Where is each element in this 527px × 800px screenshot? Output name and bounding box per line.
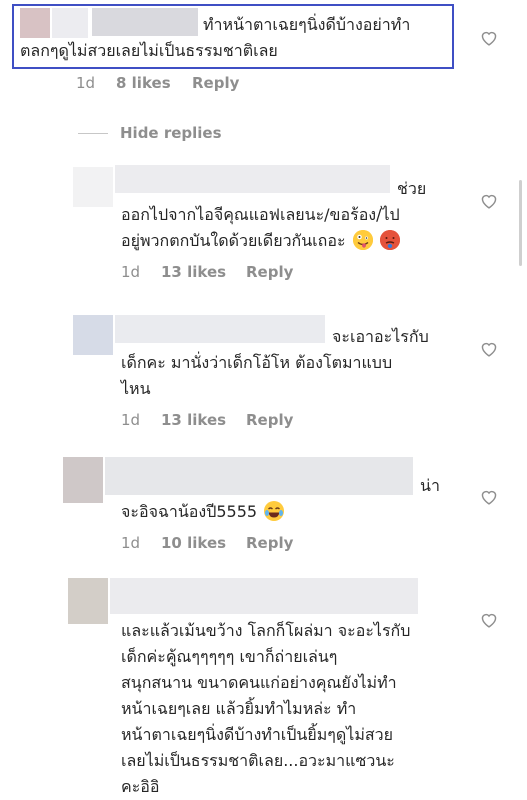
blurred-username: [105, 457, 413, 495]
comment-text: เด็กค่ะคู้ณๆๆๆๆๆ เขาก็ถ่ายเล่นๆ: [121, 647, 338, 666]
comment-text: และแล้วเม้นขว้าง โลกก็โผล่มา จะอะไรกับ: [121, 621, 411, 640]
comment-age: 1d: [76, 74, 96, 92]
comment-text: ตลกๆดูไม่สวยเลยไม่เป็นธรรมชาติเลย: [20, 41, 278, 60]
replies-divider: [78, 133, 108, 134]
comment-text: ทำหน้าตาเฉยๆนิ่งดีบ้างอย่าทำ: [203, 15, 411, 34]
like-heart-icon[interactable]: [480, 341, 498, 357]
likes-count[interactable]: 8 likes: [116, 74, 171, 92]
reply-button[interactable]: Reply: [192, 74, 239, 92]
avatar[interactable]: [68, 578, 108, 624]
like-heart-icon[interactable]: [480, 489, 498, 505]
comment-age: 1d: [121, 411, 141, 429]
avatar[interactable]: [20, 8, 50, 38]
blurred-username: [92, 8, 198, 36]
reply-button[interactable]: Reply: [246, 263, 293, 281]
comment-text: สนุกสนาน ขนาดคนแก่อย่างคุณยังไม่ทำ: [121, 673, 397, 692]
comment-meta: 1d 13 likes Reply: [0, 263, 527, 283]
comment-text: หน้าตาเฉยๆนิ่งดีบ้างทำเป็นยิ้มๆดูไม่สวย: [121, 725, 393, 744]
comment-text: เด็กคะ มานั่งว่าเด็กโอ้โห ต้องโตมาแบบ: [121, 353, 393, 372]
likes-count[interactable]: 13 likes: [161, 263, 226, 281]
blurred-username: [115, 165, 390, 193]
comment-meta: 1d 13 likes Reply: [0, 411, 527, 431]
comment-text: ไหน: [121, 379, 151, 398]
likes-count[interactable]: 13 likes: [161, 411, 226, 429]
like-heart-icon[interactable]: [480, 193, 498, 209]
comment-text: ออกไปจากไอจีคุณแอฟเลยนะ/ขอร้อง/ไป: [121, 205, 400, 224]
comment-text: คะอิอิ: [121, 777, 160, 796]
tears-of-joy-face-icon: [264, 501, 285, 521]
comment-text: อยู่พวกตกบันใดด้วยเดียวกันเถอะ: [121, 228, 400, 254]
avatar[interactable]: [73, 167, 113, 207]
hide-replies-button[interactable]: Hide replies: [120, 124, 222, 142]
comment-text: น่า: [420, 476, 440, 495]
comment-text: ช่วย: [397, 179, 427, 198]
comment-text-line: จะอิจฉาน้องปี5555: [121, 502, 258, 521]
comment-meta: 1d 10 likes Reply: [0, 534, 527, 554]
reply-button[interactable]: Reply: [246, 411, 293, 429]
like-heart-icon[interactable]: [480, 612, 498, 628]
blurred-username: [115, 315, 325, 343]
comment-age: 1d: [121, 534, 141, 552]
comment-age: 1d: [121, 263, 141, 281]
blurred-username: [52, 8, 88, 38]
blurred-username: [110, 578, 418, 614]
comment-text: จะอิจฉาน้องปี5555: [121, 499, 285, 525]
like-heart-icon[interactable]: [480, 30, 498, 46]
comment-meta: 1d 8 likes Reply: [0, 74, 527, 94]
zany-face-icon: [352, 230, 373, 250]
scrollbar-thumb[interactable]: [519, 180, 522, 266]
comment-text: จะเอาอะไรกับ: [332, 327, 429, 346]
comment-text: เลยไม่เป็นธรรมชาติเลย...อวะมาแซวนะ: [121, 751, 395, 770]
reply-button[interactable]: Reply: [246, 534, 293, 552]
avatar[interactable]: [73, 315, 113, 355]
comment-text-line: อยู่พวกตกบันใดด้วยเดียวกันเถอะ: [121, 231, 346, 250]
avatar[interactable]: [63, 457, 103, 503]
likes-count[interactable]: 10 likes: [161, 534, 226, 552]
comment-text: หน้าเฉยๆเลย แล้วยิ้มทำไมหล่ะ ทำ: [121, 699, 357, 718]
hot-face-icon: [379, 230, 400, 250]
